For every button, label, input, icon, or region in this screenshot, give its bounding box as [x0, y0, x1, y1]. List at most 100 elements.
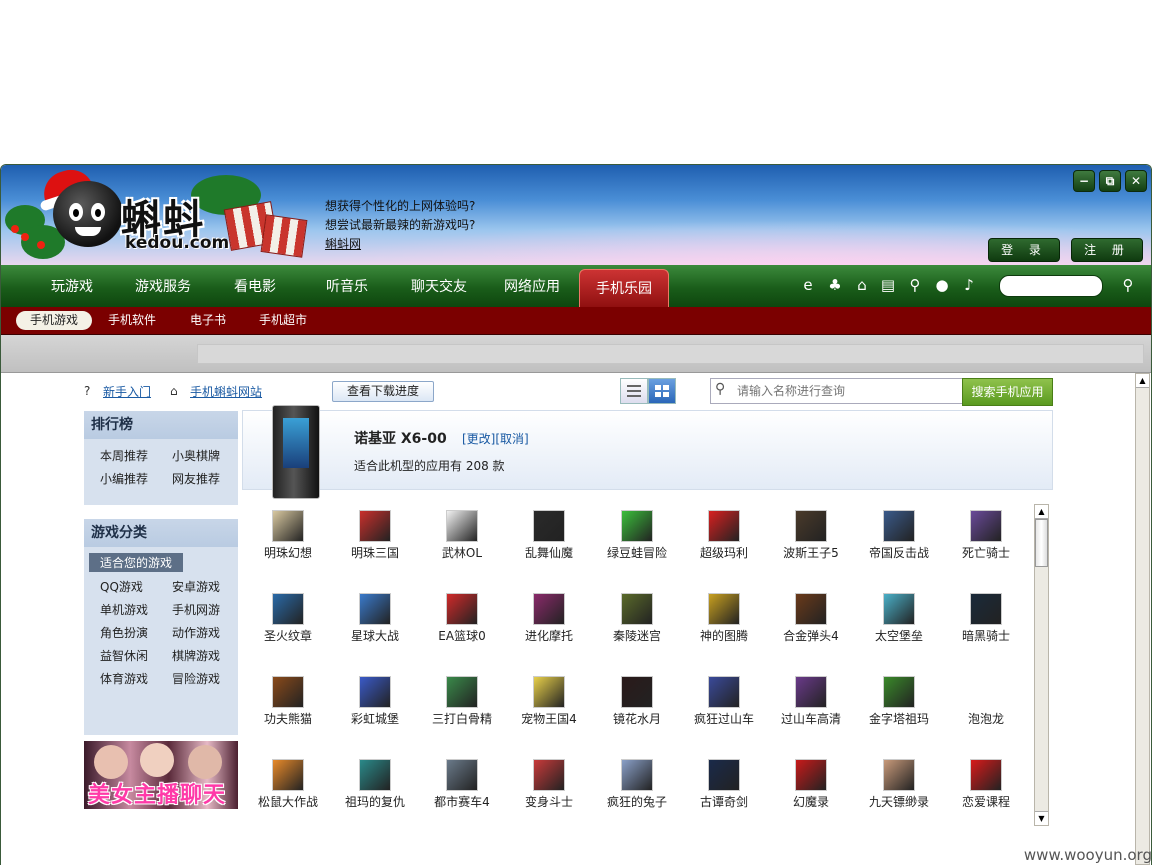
- qq-icon[interactable]: ♣: [825, 275, 845, 295]
- app-icon[interactable]: [795, 759, 827, 791]
- ranking-item[interactable]: 小奥棋牌: [172, 447, 220, 464]
- category-item[interactable]: QQ游戏: [100, 578, 143, 595]
- ranking-item[interactable]: 网友推荐: [172, 470, 220, 487]
- chat-icon[interactable]: ●: [932, 275, 952, 295]
- restore-button[interactable]: ⧉: [1099, 170, 1121, 192]
- app-name[interactable]: 波斯王子5: [767, 544, 855, 561]
- app-icon[interactable]: [621, 593, 653, 625]
- category-item[interactable]: 安卓游戏: [172, 578, 220, 595]
- mobile-site-link[interactable]: 手机蝌蚪网站: [190, 384, 262, 400]
- app-tile[interactable]: 暗黑骑士: [942, 593, 1030, 653]
- app-name[interactable]: 太空堡垒: [855, 627, 943, 644]
- app-tile[interactable]: 过山车高清: [767, 676, 855, 736]
- app-icon[interactable]: [970, 759, 1002, 791]
- app-name[interactable]: 都市赛车4: [418, 793, 506, 810]
- ranking-item[interactable]: 本周推荐: [100, 447, 148, 464]
- app-name[interactable]: 功夫熊猫: [244, 710, 332, 727]
- app-name[interactable]: 祖玛的复仇: [331, 793, 419, 810]
- app-tile[interactable]: 波斯王子5: [767, 510, 855, 570]
- app-icon[interactable]: [446, 510, 478, 542]
- app-tile[interactable]: 彩虹城堡: [331, 676, 419, 736]
- app-name[interactable]: 镜花水月: [593, 710, 681, 727]
- nav-item-music[interactable]: 听音乐: [326, 265, 368, 307]
- lock-icon[interactable]: ⌂: [852, 275, 872, 295]
- app-name[interactable]: 合金弹头4: [767, 627, 855, 644]
- app-icon[interactable]: [883, 759, 915, 791]
- app-icon[interactable]: [272, 510, 304, 542]
- download-progress-button[interactable]: 查看下载进度: [332, 381, 434, 402]
- app-icon[interactable]: [883, 593, 915, 625]
- app-tile[interactable]: 都市赛车4: [418, 759, 506, 819]
- scroll-down-icon[interactable]: ▼: [1035, 811, 1048, 825]
- app-name[interactable]: 死亡骑士: [942, 544, 1030, 561]
- save-icon[interactable]: ▤: [878, 275, 898, 295]
- app-name[interactable]: 疯狂过山车: [680, 710, 768, 727]
- app-tile[interactable]: 死亡骑士: [942, 510, 1030, 570]
- app-tile[interactable]: 功夫熊猫: [244, 676, 332, 736]
- app-icon[interactable]: [708, 676, 740, 708]
- app-name[interactable]: 幻魔录: [767, 793, 855, 810]
- app-icon[interactable]: [359, 510, 391, 542]
- newbie-link[interactable]: 新手入门: [103, 384, 151, 400]
- app-tile[interactable]: 明珠三国: [331, 510, 419, 570]
- scroll-thumb[interactable]: [1035, 519, 1048, 567]
- app-name[interactable]: 三打白骨精: [418, 710, 506, 727]
- category-item[interactable]: 手机网游: [172, 601, 220, 618]
- app-tile[interactable]: 恋爱课程: [942, 759, 1030, 819]
- category-item[interactable]: 冒险游戏: [172, 670, 220, 687]
- app-icon[interactable]: [533, 759, 565, 791]
- app-icon[interactable]: [621, 759, 653, 791]
- close-button[interactable]: ✕: [1125, 170, 1147, 192]
- app-icon[interactable]: [621, 510, 653, 542]
- search-icon[interactable]: ⚲: [905, 275, 925, 295]
- app-tile[interactable]: 明珠幻想: [244, 510, 332, 570]
- search-apps-button[interactable]: 搜索手机应用: [962, 378, 1053, 406]
- subnav-item-ebooks[interactable]: 电子书: [190, 311, 226, 330]
- app-name[interactable]: 宠物王国4: [505, 710, 593, 727]
- app-tile[interactable]: 疯狂的兔子: [593, 759, 681, 819]
- app-icon[interactable]: [446, 759, 478, 791]
- app-name[interactable]: 帝国反击战: [855, 544, 943, 561]
- app-icon[interactable]: [970, 676, 1002, 708]
- app-name[interactable]: 武林OL: [418, 544, 506, 561]
- app-icon[interactable]: [795, 510, 827, 542]
- app-name[interactable]: 暗黑骑士: [942, 627, 1030, 644]
- app-name[interactable]: 明珠三国: [331, 544, 419, 561]
- app-name[interactable]: 超级玛利: [680, 544, 768, 561]
- app-name[interactable]: 进化摩托: [505, 627, 593, 644]
- app-tile[interactable]: 宠物王国4: [505, 676, 593, 736]
- app-icon[interactable]: [272, 593, 304, 625]
- subnav-item-mobile-software[interactable]: 手机软件: [108, 311, 156, 330]
- app-icon[interactable]: [446, 593, 478, 625]
- app-icon[interactable]: [970, 510, 1002, 542]
- app-tile[interactable]: 九天镖缈录: [855, 759, 943, 819]
- mic-icon[interactable]: ♪: [959, 275, 979, 295]
- app-tile[interactable]: 幻魔录: [767, 759, 855, 819]
- app-name[interactable]: 恋爱课程: [942, 793, 1030, 810]
- app-tile[interactable]: EA篮球0: [418, 593, 506, 653]
- app-tile[interactable]: 绿豆蛙冒险: [593, 510, 681, 570]
- category-item[interactable]: 体育游戏: [100, 670, 148, 687]
- app-icon[interactable]: [533, 676, 565, 708]
- app-grid-scrollbar[interactable]: ▲ ▼: [1034, 504, 1049, 826]
- ad-banner[interactable]: 美女主播聊天: [84, 741, 238, 809]
- promo-link[interactable]: 蝌蚪网: [325, 235, 475, 254]
- app-tile[interactable]: 武林OL: [418, 510, 506, 570]
- app-search-field[interactable]: ⚲: [710, 378, 964, 404]
- app-tile[interactable]: 超级玛利: [680, 510, 768, 570]
- app-tile[interactable]: 太空堡垒: [855, 593, 943, 653]
- app-tile[interactable]: 松鼠大作战: [244, 759, 332, 819]
- app-name[interactable]: 变身斗士: [505, 793, 593, 810]
- device-change-cancel-links[interactable]: [更改][取消]: [462, 430, 529, 447]
- app-name[interactable]: 明珠幻想: [244, 544, 332, 561]
- category-item[interactable]: 角色扮演: [100, 624, 148, 641]
- app-icon[interactable]: [621, 676, 653, 708]
- app-icon[interactable]: [446, 676, 478, 708]
- nav-item-mobile[interactable]: 手机乐园: [579, 269, 669, 308]
- app-tile[interactable]: 古谭奇剑: [680, 759, 768, 819]
- app-search-input[interactable]: [735, 381, 959, 401]
- category-item[interactable]: 棋牌游戏: [172, 647, 220, 664]
- top-search-icon[interactable]: ⚲: [1118, 275, 1138, 295]
- app-name[interactable]: 古谭奇剑: [680, 793, 768, 810]
- app-icon[interactable]: [359, 759, 391, 791]
